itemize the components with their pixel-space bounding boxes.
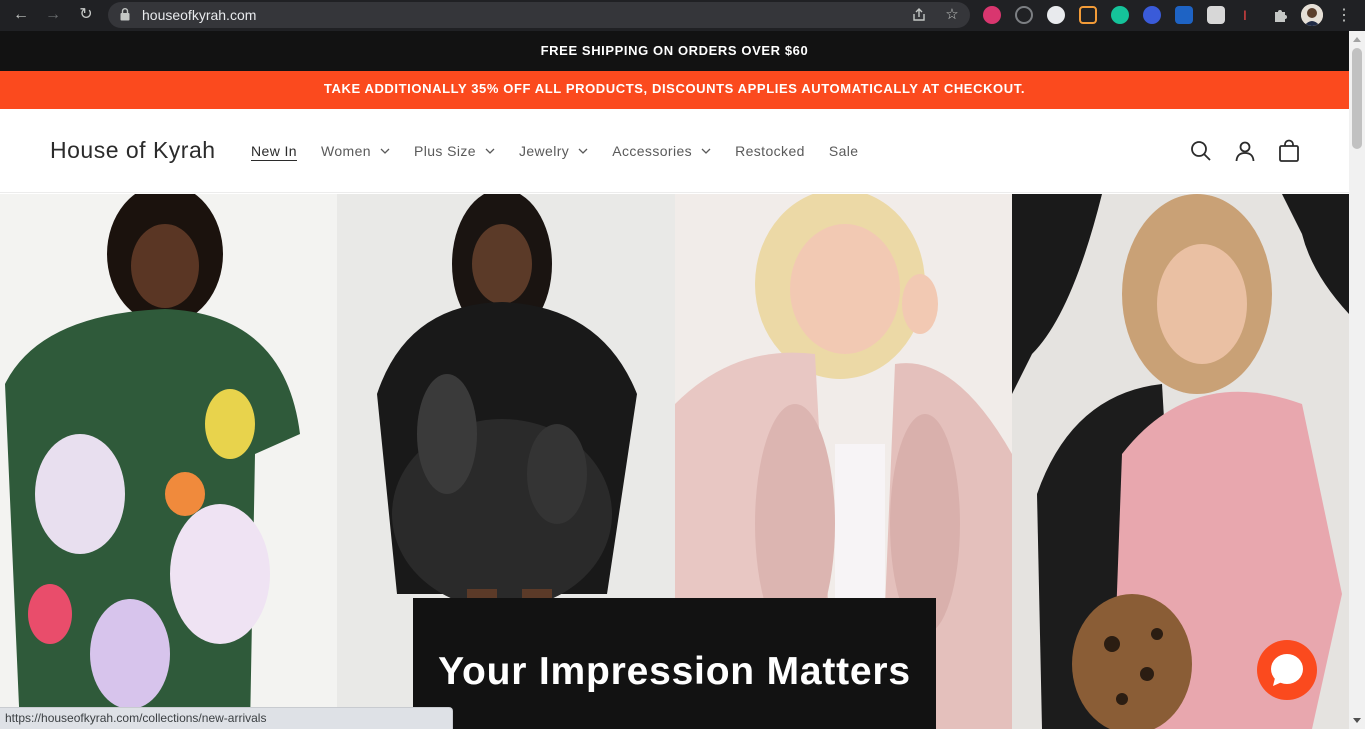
lock-icon	[120, 8, 130, 21]
chevron-down-icon	[701, 148, 711, 154]
address-bar[interactable]: houseofkyrah.com ☆	[108, 2, 970, 28]
main-navigation: New In Women Plus Size Jewelry Accessori…	[251, 143, 882, 159]
nav-restocked[interactable]: Restocked	[735, 143, 805, 159]
scroll-down-icon[interactable]	[1353, 718, 1361, 723]
chat-bubble-icon	[1271, 654, 1303, 686]
promo-announcement: TAKE ADDITIONALLY 35% OFF ALL PRODUCTS, …	[0, 71, 1349, 109]
extension-person-icon[interactable]	[1175, 6, 1193, 24]
chevron-down-icon	[485, 148, 495, 154]
page-scrollbar[interactable]	[1349, 31, 1365, 729]
hero-banner[interactable]: Your Impression Matters	[0, 194, 1349, 729]
extension-ring-icon[interactable]	[1015, 6, 1033, 24]
nav-label: Plus Size	[413, 143, 476, 159]
share-icon[interactable]	[911, 7, 927, 23]
chevron-down-icon	[380, 148, 390, 154]
nav-label: Jewelry	[518, 143, 570, 159]
nav-sale[interactable]: Sale	[829, 143, 859, 159]
chevron-down-icon	[578, 148, 588, 154]
status-bar-url: https://houseofkyrah.com/collections/new…	[0, 707, 453, 729]
profile-avatar[interactable]	[1301, 4, 1323, 26]
nav-plus-size[interactable]: Plus Size	[414, 143, 495, 159]
extension-frame-icon[interactable]	[1079, 6, 1097, 24]
bookmark-star-icon[interactable]: ☆	[944, 7, 960, 23]
nav-label: New In	[251, 143, 297, 159]
search-icon[interactable]	[1189, 139, 1213, 163]
site-header: House of Kyrah New In Women Plus Size Je…	[0, 109, 1349, 193]
nav-accessories[interactable]: Accessories	[612, 143, 711, 159]
hero-image-floral-dress	[0, 194, 337, 729]
nav-women[interactable]: Women	[321, 143, 390, 159]
extension-cursor-icon[interactable]: I	[1239, 6, 1251, 24]
nav-new-in[interactable]: New In	[251, 143, 297, 159]
scrollbar-thumb[interactable]	[1352, 48, 1362, 149]
nav-jewelry[interactable]: Jewelry	[519, 143, 588, 159]
browser-menu-icon[interactable]: ⋮	[1336, 5, 1352, 25]
scroll-up-icon[interactable]	[1353, 37, 1361, 42]
hero-caption-box: Your Impression Matters	[413, 598, 936, 729]
extension-instagram-icon[interactable]	[983, 6, 1001, 24]
nav-label: Women	[320, 143, 371, 159]
extension-circle-icon[interactable]	[1047, 6, 1065, 24]
nav-label: Sale	[828, 143, 859, 159]
hero-caption: Your Impression Matters	[438, 650, 911, 693]
forward-icon[interactable]: →	[42, 4, 64, 26]
nav-label: Accessories	[612, 143, 693, 159]
site-logo[interactable]: House of Kyrah	[50, 137, 216, 164]
browser-toolbar: ← → ↻ houseofkyrah.com ☆ I ⋮	[0, 0, 1365, 31]
nav-label: Restocked	[735, 143, 805, 159]
extension-grammarly-icon[interactable]	[1111, 6, 1129, 24]
address-url[interactable]: houseofkyrah.com	[142, 7, 256, 23]
account-icon[interactable]	[1233, 139, 1257, 163]
shipping-announcement: FREE SHIPPING ON ORDERS OVER $60	[0, 31, 1349, 71]
back-icon[interactable]: ←	[10, 4, 32, 26]
extension-blue-icon[interactable]	[1143, 6, 1161, 24]
chat-button[interactable]	[1257, 640, 1317, 700]
cart-icon[interactable]	[1277, 139, 1301, 163]
extensions-puzzle-icon[interactable]	[1271, 6, 1289, 24]
extension-image-icon[interactable]	[1207, 6, 1225, 24]
reload-icon[interactable]: ↻	[75, 4, 97, 26]
